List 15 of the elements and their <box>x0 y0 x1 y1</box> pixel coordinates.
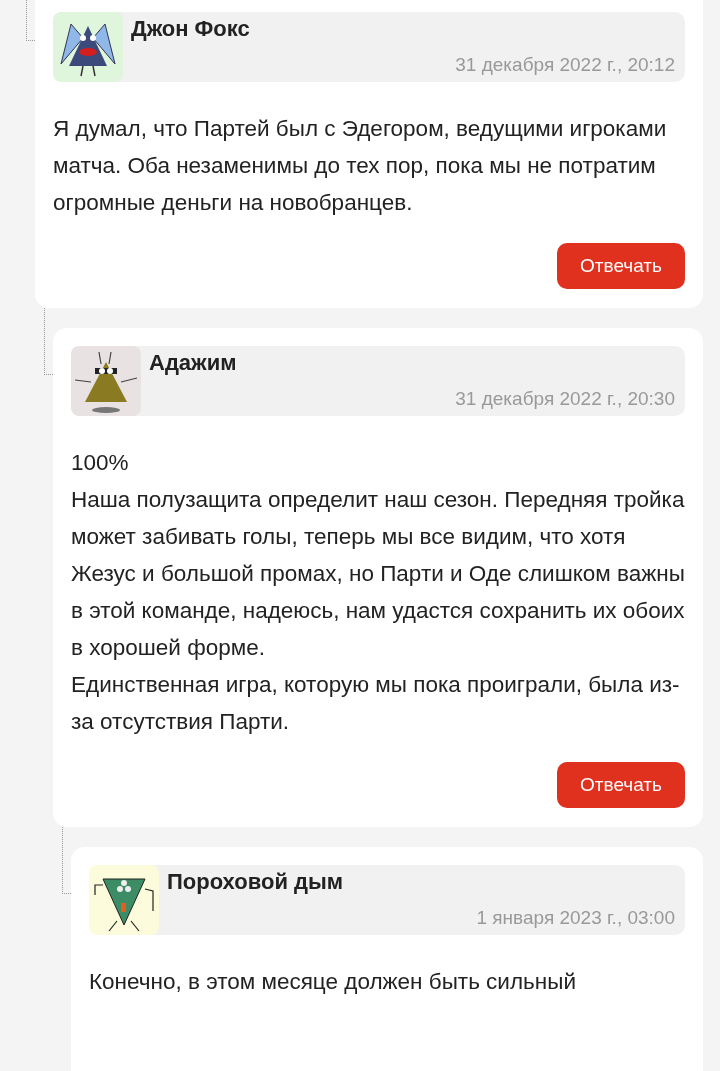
comment-date: 31 декабря 2022 г., 20:30 <box>455 388 675 410</box>
comment-text: Я думал, что Партей был с Эдегором, ведущими игроками матча. Оба незаменимы до тех пор, пока мы не потратим огромные деньги на новобранцев. <box>53 115 668 217</box>
avatar-drawing <box>71 346 141 416</box>
comment-text: Единственная игра, которую мы пока проиграли, была из-за отсутствия Парти. <box>71 671 681 736</box>
reply-button[interactable]: Отвечать <box>557 762 685 808</box>
comment-date: 1 января 2023 г., 03:00 <box>476 907 675 929</box>
author-name: Пороховой дым <box>167 869 344 895</box>
author-name: Джон Фокс <box>131 16 250 42</box>
comment-date: 31 декабря 2022 г., 20:12 <box>455 54 675 76</box>
comment-text: 100% <box>71 449 130 477</box>
author-name: Адажим <box>149 350 237 376</box>
comment-text: Наша полузащита определит наш сезон. Передняя тройка может забивать голы, теперь мы все видим, что хотя Жезус и большой промах, но Парти и Оде слишком важны в этой команде, надеюсь, нам удастся сохранить их обоих в хорошей форме. <box>71 486 685 662</box>
avatar-drawing <box>53 12 123 82</box>
comment-text: Конечно, в этом месяце должен быть сильный <box>89 968 577 996</box>
reply-button[interactable]: Отвечать <box>557 243 685 289</box>
